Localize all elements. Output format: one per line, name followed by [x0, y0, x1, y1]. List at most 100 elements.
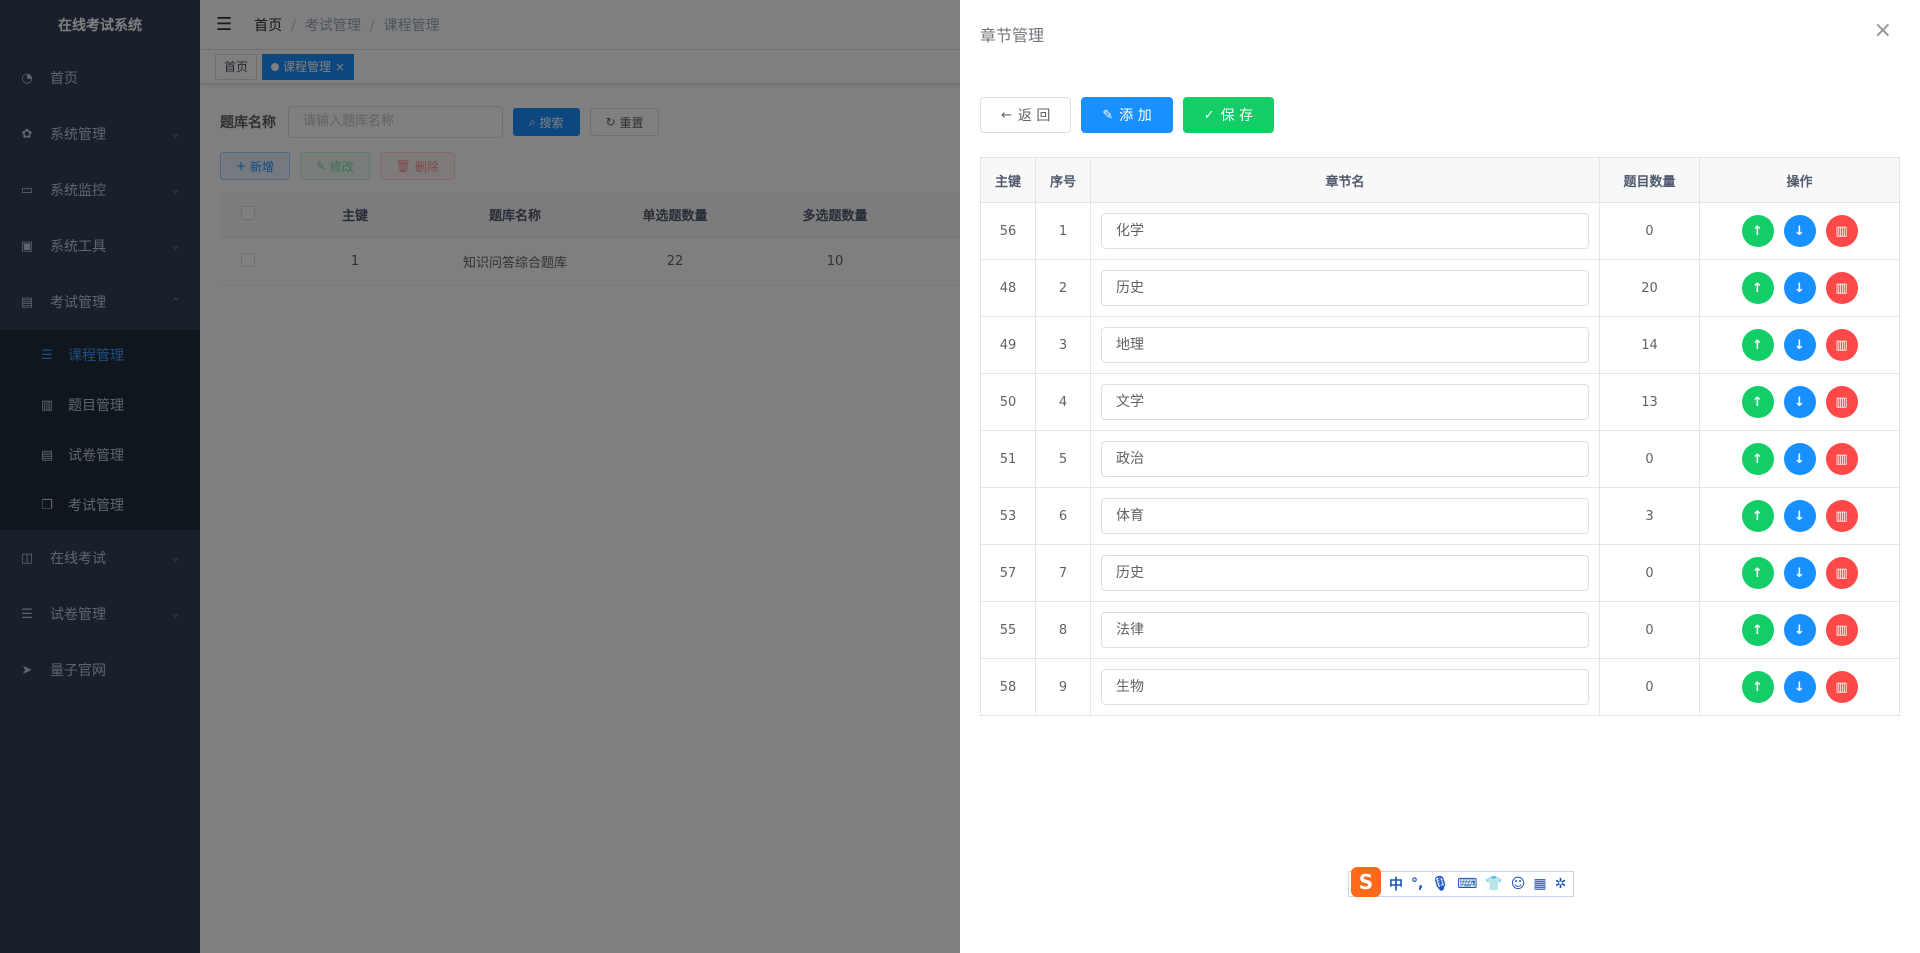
back-button-label: 返 回	[1017, 108, 1051, 124]
delete-chapter-button[interactable]: ▥	[1825, 272, 1858, 304]
arrow-down-icon: ↓	[1794, 565, 1805, 581]
trash-icon: ▥	[1835, 394, 1848, 410]
cell-id: 48	[980, 259, 1036, 317]
cell-id: 55	[980, 601, 1036, 659]
table-row: 48 2 历史 20 ↑ ↓ ▥	[980, 259, 1900, 317]
trash-icon: ▥	[1835, 565, 1848, 581]
cell-seq: 8	[1035, 601, 1091, 659]
chapter-name-input[interactable]: 文学	[1101, 384, 1589, 420]
delete-chapter-button[interactable]: ▥	[1825, 329, 1858, 361]
cell-ops: ↑ ↓ ▥	[1699, 259, 1900, 317]
delete-chapter-button[interactable]: ▥	[1825, 215, 1858, 247]
move-up-button[interactable]: ↑	[1741, 500, 1774, 532]
cell-id: 53	[980, 487, 1036, 545]
row-actions: ↑ ↓ ▥	[1700, 215, 1899, 247]
move-down-button[interactable]: ↓	[1783, 500, 1816, 532]
drawer-title: 章节管理	[980, 26, 1045, 45]
chapter-name-input[interactable]: 法律	[1101, 612, 1589, 648]
punctuation-icon[interactable]: °,	[1411, 876, 1423, 892]
arrow-down-icon: ↓	[1794, 337, 1805, 353]
back-button[interactable]: ← 返 回	[980, 97, 1072, 133]
move-down-button[interactable]: ↓	[1783, 215, 1816, 247]
chapter-name-input[interactable]: 地理	[1101, 327, 1589, 363]
move-up-button[interactable]: ↑	[1741, 557, 1774, 589]
cell-id: 56	[980, 202, 1036, 260]
move-up-button[interactable]: ↑	[1741, 671, 1774, 703]
arrow-down-icon: ↓	[1794, 679, 1805, 695]
chapter-name-input[interactable]: 历史	[1101, 555, 1589, 591]
row-actions: ↑ ↓ ▥	[1700, 500, 1899, 532]
chapter-table: 主键 序号 章节名 题目数量 操作 56 1 化学 0 ↑ ↓ ▥ 48 2 历史 20 ↑ ↓ ▥ 49 3…	[980, 157, 1900, 716]
table-row: 57 7 历史 0 ↑ ↓ ▥	[980, 544, 1900, 602]
table-row: 56 1 化学 0 ↑ ↓ ▥	[980, 202, 1900, 260]
row-actions: ↑ ↓ ▥	[1700, 386, 1899, 418]
move-down-button[interactable]: ↓	[1783, 386, 1816, 418]
arrow-down-icon: ↓	[1794, 622, 1805, 638]
edit-icon: ✎	[1102, 107, 1114, 123]
trash-icon: ▥	[1835, 622, 1848, 638]
move-down-button[interactable]: ↓	[1783, 443, 1816, 475]
arrow-up-icon: ↑	[1752, 394, 1763, 410]
grid-icon[interactable]: ▦	[1533, 876, 1546, 892]
save-button[interactable]: ✓ 保 存	[1182, 97, 1275, 133]
move-down-button[interactable]: ↓	[1783, 557, 1816, 589]
settings-icon[interactable]: ✲	[1555, 876, 1567, 892]
robot-icon[interactable]: ☺	[1511, 876, 1526, 892]
move-down-button[interactable]: ↓	[1783, 329, 1816, 361]
keyboard-icon[interactable]: ⌨	[1457, 876, 1477, 892]
chapter-name-input[interactable]: 历史	[1101, 270, 1589, 306]
cell-ops: ↑ ↓ ▥	[1699, 316, 1900, 374]
chapter-name-input[interactable]: 化学	[1101, 213, 1589, 249]
add-chapter-button[interactable]: ✎ 添 加	[1081, 97, 1173, 133]
delete-chapter-button[interactable]: ▥	[1825, 443, 1858, 475]
delete-chapter-button[interactable]: ▥	[1825, 671, 1858, 703]
move-up-button[interactable]: ↑	[1741, 386, 1774, 418]
ime-logo[interactable]: S	[1351, 867, 1381, 897]
microphone-icon[interactable]: 🎙	[1431, 876, 1449, 892]
skin-icon[interactable]: 👕	[1485, 876, 1502, 892]
arrow-up-icon: ↑	[1752, 451, 1763, 467]
close-icon[interactable]: ×	[1874, 18, 1892, 43]
ime-mode[interactable]: 中	[1389, 874, 1403, 894]
check-icon: ✓	[1203, 107, 1215, 123]
arrow-down-icon: ↓	[1794, 451, 1805, 467]
chapter-name-input[interactable]: 生物	[1101, 669, 1589, 705]
delete-chapter-button[interactable]: ▥	[1825, 500, 1858, 532]
delete-chapter-button[interactable]: ▥	[1825, 386, 1858, 418]
cell-ops: ↑ ↓ ▥	[1699, 430, 1900, 488]
row-actions: ↑ ↓ ▥	[1700, 329, 1899, 361]
chapter-name-input[interactable]: 体育	[1101, 498, 1589, 534]
move-up-button[interactable]: ↑	[1741, 329, 1774, 361]
cell-name: 化学	[1090, 202, 1600, 260]
chapter-drawer: 章节管理 × ← 返 回 ✎ 添 加 ✓ 保 存 主键 序号 章节名 题目数量 操作 …	[960, 0, 1920, 953]
arrow-up-icon: ↑	[1752, 622, 1763, 638]
delete-chapter-button[interactable]: ▥	[1825, 557, 1858, 589]
move-down-button[interactable]: ↓	[1783, 671, 1816, 703]
cell-count: 13	[1599, 373, 1700, 431]
column-header: 主键	[980, 157, 1036, 203]
delete-chapter-button[interactable]: ▥	[1825, 614, 1858, 646]
move-up-button[interactable]: ↑	[1741, 614, 1774, 646]
chapter-table-body: 56 1 化学 0 ↑ ↓ ▥ 48 2 历史 20 ↑ ↓ ▥ 49 3 地理 14 ↑ ↓ ▥ 50 4 文学 13 ↑ ↓ ▥ 5…	[980, 202, 1900, 716]
table-row: 49 3 地理 14 ↑ ↓ ▥	[980, 316, 1900, 374]
move-down-button[interactable]: ↓	[1783, 614, 1816, 646]
cell-name: 文学	[1090, 373, 1600, 431]
trash-icon: ▥	[1835, 280, 1848, 296]
cell-id: 50	[980, 373, 1036, 431]
arrow-down-icon: ↓	[1794, 280, 1805, 296]
move-up-button[interactable]: ↑	[1741, 215, 1774, 247]
drawer-actions: ← 返 回 ✎ 添 加 ✓ 保 存	[980, 97, 1284, 133]
arrow-down-icon: ↓	[1794, 223, 1805, 239]
chapter-name-input[interactable]: 政治	[1101, 441, 1589, 477]
column-header: 操作	[1699, 157, 1900, 203]
row-actions: ↑ ↓ ▥	[1700, 614, 1899, 646]
column-header: 章节名	[1090, 157, 1600, 203]
ime-toolbar[interactable]: S 中 °, 🎙 ⌨ 👕 ☺ ▦ ✲	[1348, 867, 1574, 897]
move-up-button[interactable]: ↑	[1741, 272, 1774, 304]
move-up-button[interactable]: ↑	[1741, 443, 1774, 475]
trash-icon: ▥	[1835, 223, 1848, 239]
row-actions: ↑ ↓ ▥	[1700, 272, 1899, 304]
cell-ops: ↑ ↓ ▥	[1699, 601, 1900, 659]
arrow-down-icon: ↓	[1794, 394, 1805, 410]
move-down-button[interactable]: ↓	[1783, 272, 1816, 304]
